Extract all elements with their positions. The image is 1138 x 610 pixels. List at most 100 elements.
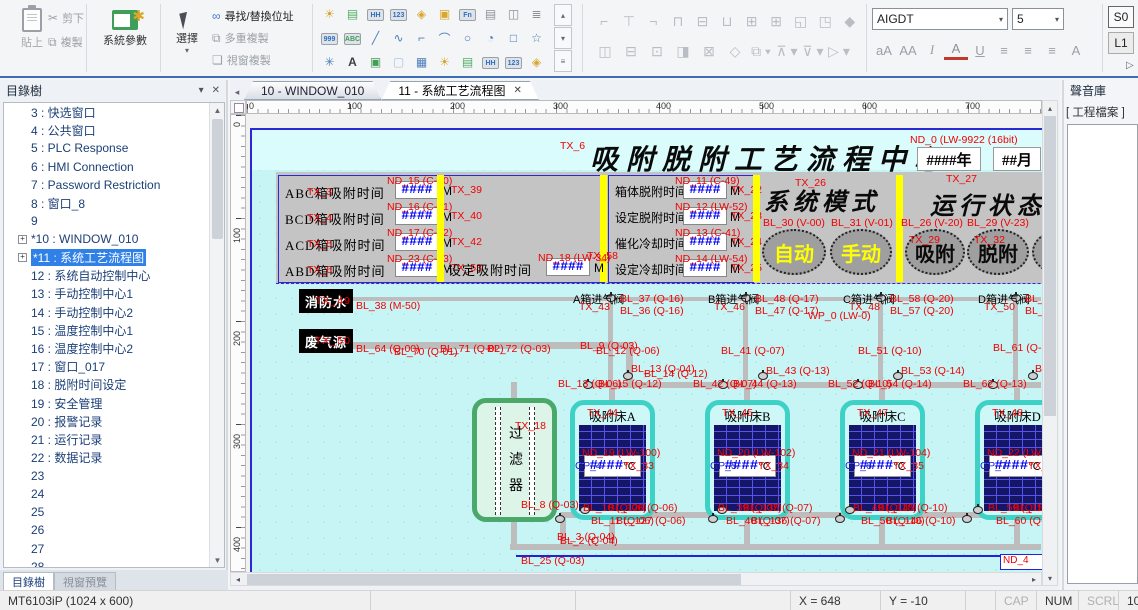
button-icon-2[interactable]: HH [482,57,499,69]
tree-item[interactable]: 13 : 手动控制中心1 [4,285,224,303]
sound-item[interactable] [1068,125,1137,131]
address-label[interactable]: BL_29 (V-23) [967,218,1029,230]
select-caret-icon[interactable]: ▾ [185,46,189,55]
window-copy-button[interactable]: ❏ 視窗複製 [212,50,271,70]
valve-icon[interactable] [835,515,845,523]
source-box[interactable]: 废气源 TX_50 [299,329,353,353]
address-label[interactable]: BL_2 (Q-04) [560,536,618,548]
numeric-display-icon[interactable]: 999 [321,33,338,45]
slider-icon[interactable]: ◫ [502,3,525,25]
align-text-left-icon[interactable]: ≡ [992,38,1016,62]
lamp-icon-2[interactable]: ☀ [433,51,456,73]
tree-item[interactable]: 19 : 安全管理 [4,394,224,412]
nudge-icon[interactable]: ◳ [813,8,838,34]
numeric-icon-2[interactable]: 123 [505,57,522,69]
address-label[interactable]: TX_50 [984,302,1015,314]
system-parameters-button[interactable]: 系統參數 [94,4,156,70]
size-icon[interactable]: ⊠ [696,38,722,64]
address-label[interactable]: BL_41 (Q-07) [721,346,785,358]
line-icon[interactable]: ╱ [364,27,387,49]
polyline-icon[interactable]: ⌐ [410,27,433,49]
set-adsorb-time-label[interactable]: 设定吸附时间 [448,260,532,279]
tree-item[interactable]: 4 : 公共窗口 [4,121,224,139]
pie-icon[interactable]: ◔ [479,27,502,49]
address-label[interactable]: BL_68 (Q-21) [1025,294,1042,306]
address-label[interactable]: BL_53 (Q-14) [901,366,965,378]
font-name-combo[interactable]: AIGDT ▾ [872,8,1008,30]
star-icon[interactable]: ☆ [525,27,548,49]
tree-item[interactable]: 22 : 数据记录 [4,449,224,467]
address-label[interactable]: BL_135 (Q-07) [743,503,812,515]
row-label[interactable]: BCD箱吸附时间 [285,209,385,228]
scroll-up-icon[interactable]: ▴ [1043,101,1057,115]
scroll-down-icon[interactable]: ▾ [1043,571,1057,585]
doc-tab-flow-diagram[interactable]: 11 - 系統工艺流程图 ✕ [381,81,539,100]
tree-item[interactable]: 23 [4,467,224,485]
tree-item[interactable]: 24 [4,485,224,503]
same-width-icon[interactable]: ⊞ [739,8,764,34]
pipe[interactable] [743,301,748,386]
address-label[interactable]: BL_51 (Q-10) [858,346,922,358]
valve-icon[interactable] [555,515,565,523]
align-middle-icon[interactable]: ⊟ [690,8,715,34]
bit-lamp-icon[interactable]: ☀ [318,3,341,25]
address-label[interactable]: BL_12 (Q-06) [596,346,660,358]
cut-button[interactable]: ✂ 剪下 [48,8,84,28]
tx-address-label[interactable]: TX_42 [451,237,482,249]
valve-icon[interactable] [708,515,718,523]
font-size-combo[interactable]: 5 ▾ [1012,8,1064,30]
address-label[interactable]: BL_38 (M-50) [356,301,420,313]
align-text-center-icon[interactable]: ≡ [1016,38,1040,62]
manual-mode-button[interactable]: 手动 [830,229,892,275]
tree-item[interactable]: + *11 : 系统工艺流程图 [4,249,224,267]
rectangle-icon[interactable]: □ [502,27,525,49]
tree-item[interactable]: 7 : Password Restriction [4,176,224,194]
shape-icon[interactable]: ▢ [387,51,410,73]
address-label[interactable]: BL_54 (Q-14) [868,379,932,391]
valve-icon[interactable] [962,515,972,523]
lamp-icon-3[interactable]: ▤ [456,51,479,73]
address-label[interactable]: BL_146 (Q-10) [886,516,955,528]
folder-icon-2[interactable]: ◈ [525,51,548,73]
shrink-font-icon[interactable]: aA [872,38,896,62]
scroll-down-icon[interactable]: ▼ [210,553,225,567]
auto-mode-button[interactable]: 自动 [762,229,826,275]
tree-item[interactable]: 8 : 窗口_8 [4,194,224,212]
char-style-icon[interactable]: A [1064,38,1088,62]
tx-address-label[interactable]: TX_40 [451,211,482,223]
function-key-icon[interactable]: ◈ [410,3,433,25]
yellow-divider[interactable] [753,175,760,282]
tree-item[interactable]: + *10 : WINDOW_010 [4,230,224,248]
close-icon[interactable]: ✕ [513,85,521,96]
tx-label[interactable]: TX_3 [307,187,332,199]
pipe[interactable] [511,520,517,546]
address-label[interactable]: TX_46 [714,302,745,314]
rotate-icon[interactable]: ◇ [722,38,748,64]
ascii-display-icon[interactable]: ABC [344,33,361,45]
tx-label[interactable]: TX_5 [307,239,332,251]
year-display[interactable]: ####年 [917,147,981,171]
multi-copy-button[interactable]: ⧉ 多重複製 [212,28,269,48]
tx-label[interactable]: TX_6 [307,265,332,277]
set-bit-button-icon[interactable]: HH [367,9,384,21]
tree-item[interactable]: 17 : 窗口_017 [4,358,224,376]
set-word-button-icon[interactable]: 123 [390,9,407,21]
address-label[interactable]: BL_145 (Q-10) [878,503,947,515]
arc-icon[interactable]: ⌒ [433,27,456,49]
month-display[interactable]: ##月 [993,147,1041,171]
option-list-icon[interactable]: ≣ [525,3,548,25]
row-label[interactable]: ACD箱吸附时间 [285,235,385,254]
tree-item[interactable]: 20 : 报警记录 [4,412,224,430]
state-0-button[interactable]: S0 [1108,6,1134,28]
width-icon[interactable]: ⊡ [644,38,670,64]
scroll-thumb[interactable] [1044,116,1056,416]
tree-item[interactable]: 5 : PLC Response [4,139,224,157]
same-size-icon[interactable]: ◱ [788,8,813,34]
tree-scrollbar[interactable]: ▲ ▼ [209,103,224,567]
tree-item[interactable]: 9 [4,212,224,230]
address-label[interactable]: BL_127 (Q-06) [616,516,685,528]
address-label[interactable]: BL_126 (Q-06) [608,503,677,515]
picture-icon[interactable]: ▣ [364,51,387,73]
sound-list[interactable] [1067,124,1138,584]
freeform-line-icon[interactable]: ∿ [387,27,410,49]
